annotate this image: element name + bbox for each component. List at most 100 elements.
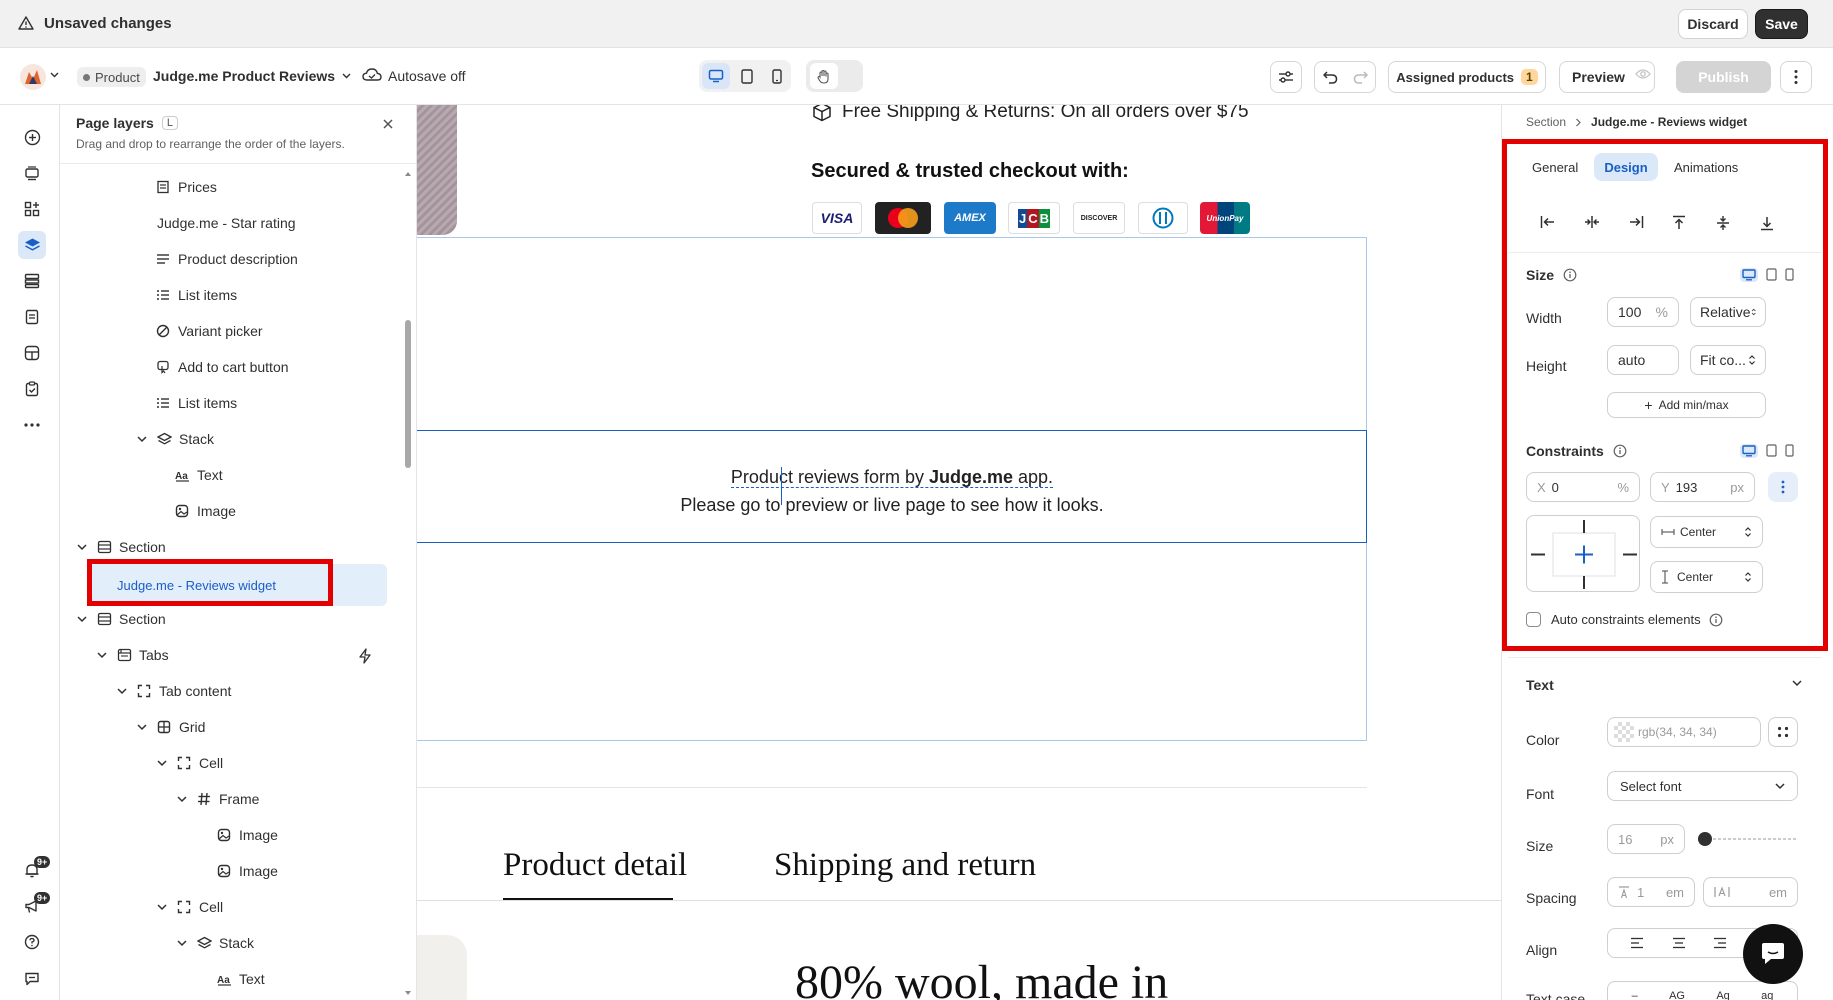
text-case-title-button[interactable]: Ag [1716, 990, 1729, 1000]
layer-frame[interactable]: Frame [175, 781, 416, 817]
store-logo-button[interactable] [20, 64, 46, 90]
height-input[interactable]: auto [1607, 345, 1679, 375]
eye-icon[interactable] [1635, 68, 1651, 80]
layer-star-rating[interactable]: Judge.me - Star rating [157, 205, 416, 241]
size-mobile-button[interactable] [1785, 268, 1794, 282]
chevron-down-icon[interactable] [75, 612, 89, 626]
align-top-button[interactable] [1672, 215, 1686, 231]
chat-button[interactable] [18, 964, 46, 992]
breadcrumb-parent[interactable]: Section [1526, 115, 1566, 129]
align-bottom-button[interactable] [1760, 215, 1774, 231]
hand-tool-button[interactable] [810, 63, 838, 89]
layer-add-to-cart[interactable]: Add to cart button [154, 349, 416, 385]
mobile-view-button[interactable] [764, 63, 790, 89]
layer-image[interactable]: Image [215, 817, 416, 853]
undo-button[interactable] [1316, 63, 1344, 91]
layer-text[interactable]: Aa Text [173, 457, 416, 493]
vertical-constraint-select[interactable]: Center [1650, 561, 1763, 593]
size-desktop-button[interactable] [1740, 268, 1758, 282]
layer-list-items[interactable]: List items [154, 385, 416, 421]
text-case-lower-button[interactable]: ag [1761, 990, 1773, 1000]
layer-stack[interactable]: Stack [135, 421, 416, 457]
layer-prices[interactable]: Prices [154, 169, 416, 205]
layer-list-items[interactable]: List items [154, 277, 416, 313]
tab-product-detail[interactable]: Product detail [503, 847, 687, 884]
chevron-down-icon[interactable] [75, 540, 89, 554]
desktop-view-button[interactable] [702, 63, 730, 89]
line-height-input[interactable]: 1 em [1607, 877, 1695, 907]
tablet-view-button[interactable] [733, 63, 761, 89]
color-picker-button[interactable] [1768, 717, 1798, 747]
width-input[interactable]: 100 % [1607, 297, 1679, 327]
constraints-widget[interactable] [1526, 515, 1640, 592]
constraints-tablet-button[interactable] [1766, 444, 1777, 458]
align-right-button[interactable] [1628, 215, 1644, 229]
text-case-none-button[interactable]: – [1632, 990, 1638, 1000]
text-align-center-button[interactable] [1672, 937, 1686, 949]
redo-button[interactable] [1346, 63, 1374, 91]
publish-button[interactable]: Publish [1676, 61, 1771, 93]
help-button[interactable] [18, 928, 46, 956]
discard-button[interactable]: Discard [1678, 9, 1748, 39]
layer-variant-picker[interactable]: Variant picker [154, 313, 416, 349]
font-select[interactable]: Select font [1607, 771, 1798, 801]
layer-image[interactable]: Image [215, 853, 416, 889]
assigned-products-button[interactable]: Assigned products 1 [1388, 61, 1546, 93]
horizontal-constraint-select[interactable]: Center [1650, 516, 1763, 548]
font-size-slider[interactable] [1698, 831, 1798, 847]
layer-cell[interactable]: Cell [155, 889, 416, 925]
align-center-v-button[interactable] [1716, 215, 1730, 231]
width-mode-select[interactable]: Relative [1690, 297, 1766, 327]
tab-animations[interactable]: Animations [1674, 160, 1738, 175]
text-align-right-button[interactable] [1713, 937, 1727, 949]
tab-shipping-return[interactable]: Shipping and return [774, 847, 1036, 884]
auto-constraints-checkbox[interactable] [1526, 612, 1541, 627]
more-tools-button[interactable] [18, 411, 46, 439]
autosave-toggle[interactable]: Autosave off [388, 68, 466, 84]
layer-reviews-widget[interactable]: Judge.me - Reviews widget [117, 567, 337, 603]
tab-design[interactable]: Design [1594, 153, 1658, 181]
letter-spacing-input[interactable]: em [1703, 877, 1798, 907]
chevron-down-icon[interactable] [175, 936, 189, 950]
checklist-button[interactable] [18, 375, 46, 403]
align-center-h-button[interactable] [1584, 215, 1600, 229]
constraints-more-button[interactable] [1768, 472, 1798, 502]
close-layers-button[interactable] [382, 118, 394, 130]
chevron-down-icon[interactable] [175, 792, 189, 806]
collapse-text-button[interactable] [1792, 680, 1802, 687]
constraints-mobile-button[interactable] [1785, 444, 1794, 458]
color-swatch[interactable] [1614, 722, 1634, 742]
size-tablet-button[interactable] [1766, 268, 1777, 282]
layers-button[interactable] [18, 231, 46, 259]
layer-tab-content[interactable]: Tab content [115, 673, 416, 709]
layer-cell[interactable]: Cell [155, 745, 416, 781]
lightning-icon[interactable] [358, 648, 372, 664]
layer-stack[interactable]: Stack [175, 925, 416, 961]
layer-grid[interactable]: Grid [135, 709, 416, 745]
page-settings-button[interactable] [1270, 61, 1302, 93]
layer-section[interactable]: Section [75, 601, 405, 637]
layer-image[interactable]: Image [173, 493, 416, 529]
apps-button[interactable] [18, 195, 46, 223]
constraints-desktop-button[interactable] [1740, 444, 1758, 458]
layer-product-description[interactable]: Product description [154, 241, 416, 277]
height-mode-select[interactable]: Fit co... [1690, 345, 1766, 375]
tab-general[interactable]: General [1532, 160, 1578, 175]
canvas[interactable]: Free Shipping & Returns: On all orders o… [417, 105, 1501, 1000]
font-size-input[interactable]: 16 px [1607, 824, 1685, 854]
chevron-down-icon[interactable] [155, 900, 169, 914]
save-button[interactable]: Save [1755, 9, 1808, 39]
add-minmax-button[interactable]: + Add min/max [1607, 392, 1766, 418]
slider-thumb[interactable] [1698, 832, 1712, 846]
chevron-down-icon[interactable] [155, 756, 169, 770]
page-name-dropdown[interactable]: Judge.me Product Reviews [153, 68, 351, 84]
chevron-down-icon[interactable] [115, 684, 129, 698]
add-element-button[interactable] [18, 123, 46, 151]
layer-tabs[interactable]: Tabs [95, 637, 335, 673]
layer-text[interactable]: Aa Text [215, 961, 416, 997]
support-chat-button[interactable] [1743, 924, 1803, 984]
x-input[interactable]: X 0 % [1526, 472, 1640, 502]
align-left-button[interactable] [1540, 215, 1556, 229]
page-structure-button[interactable] [18, 267, 46, 295]
chevron-down-icon[interactable] [95, 648, 109, 662]
